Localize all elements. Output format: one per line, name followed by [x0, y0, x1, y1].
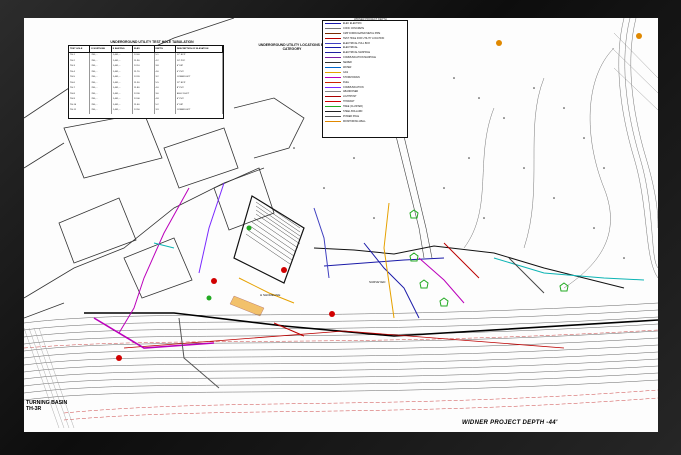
project-depth-label: WIDNER PROJECT DEPTH -44' [462, 420, 558, 426]
column-header: DESCRIPTION OF ELEVATION [176, 46, 223, 52]
legend-swatch-icon [325, 96, 341, 98]
picture-frame: WIDNER PROJECT DEPTH UNDERGROUND UTILITY… [0, 0, 681, 455]
legend-swatch-icon [325, 47, 341, 49]
column-header: TEST HOLE [69, 46, 91, 52]
legend-swatch-icon [325, 106, 341, 108]
legend-swatch-icon [325, 101, 341, 103]
legend-swatch-icon [325, 27, 341, 29]
table-body: TH-1 760,... 1,441,... 12.40 5.1 12" RCP TH-2 7… [69, 53, 223, 114]
legend-label: SEWER [343, 61, 352, 65]
test-hole-table-title: UNDERGROUND UTILITY TEST HOLE TABULATION [110, 40, 194, 44]
site-plan-drawing: WIDNER PROJECT DEPTH UNDERGROUND UTILITY… [24, 18, 658, 432]
legend-swatch-icon [325, 120, 341, 122]
legend-label: STEEL BOLLARD [343, 109, 363, 113]
building [213, 167, 275, 231]
table-cell: COMM DUCT [176, 108, 223, 114]
legend-label: CONC CONCRETE [343, 26, 365, 30]
legend-label: ELECTRICAL MANHOLE [343, 51, 371, 55]
legend-swatch-icon [325, 71, 341, 73]
legend-swatch-icon [325, 52, 341, 54]
legend-item: MONITORING WELL [323, 119, 407, 124]
legend-label: GAS [343, 70, 349, 74]
legend-swatch-icon [325, 91, 341, 93]
turning-basin-label: TURNING BASIN TH-3R [26, 400, 67, 413]
table-row: TH-11 760,... 1,441,... 12.50 3.9 COMM DUCT [69, 108, 223, 114]
legend: ELEC ELECTRIC CONC CONCRETE CMP CORRUGATED… [322, 20, 408, 138]
legend-swatch-icon [325, 32, 341, 34]
column-header: DEPTH [155, 46, 176, 52]
legend-label: HYDRANT [343, 100, 355, 104]
table-cell: 12.50 [133, 108, 155, 114]
building [58, 197, 137, 264]
legend-swatch-icon [325, 66, 341, 68]
legend-swatch-icon [325, 110, 341, 112]
table-cell: 760,... [90, 108, 112, 114]
legend-label: COMMUNICATION [343, 85, 364, 89]
legend-label: TEST HOLE FOR UTILITY LOCATION [343, 36, 385, 40]
legend-swatch-icon [325, 86, 341, 88]
legend-swatch-icon [325, 37, 341, 39]
annotation-label: SURVEYED [369, 280, 386, 284]
table-cell: 3.9 [155, 108, 176, 114]
test-hole-table: TEST HOLE E NORTHING E EASTING ELEV DEPT… [68, 45, 224, 119]
legend-label: CMP CORRUGATED METAL PIPE [343, 31, 381, 35]
building [63, 112, 163, 179]
legend-label: COMMUNICATION MANHOLE [343, 56, 377, 60]
legend-label: ABANDONED [343, 90, 359, 94]
table-cell: TH-11 [69, 108, 91, 114]
table-cell: 1,441,... [112, 108, 134, 114]
annotation-label: H SHORELINE [260, 293, 281, 297]
table-header-row: TEST HOLE E NORTHING E EASTING ELEV DEPT… [69, 46, 223, 53]
legend-label: WATER [343, 65, 352, 69]
legend-label: MONITORING WELL [343, 119, 366, 123]
legend-swatch-icon [325, 115, 341, 117]
legend-swatch-icon [325, 81, 341, 83]
legend-label: POWER POLE [343, 114, 360, 118]
locations-title: UNDERGROUND UTILITY LOCATIONS BY CATEGOR… [258, 43, 326, 52]
legend-swatch-icon [325, 62, 341, 64]
legend-label: TREE (CLUSTER) [343, 105, 363, 109]
legend-swatch-icon [325, 22, 341, 24]
basin-subtitle: TH-3R [26, 405, 42, 412]
legend-swatch-icon [325, 42, 341, 44]
legend-label: STORM DRAIN [343, 75, 360, 79]
legend-swatch-icon [325, 57, 341, 59]
legend-label: LIGHTPOST [343, 95, 357, 99]
column-header: E NORTHING [90, 46, 112, 52]
legend-items: ELEC ELECTRIC CONC CONCRETE CMP CORRUGATED… [323, 21, 407, 124]
building [163, 127, 239, 189]
legend-label: ELECTRICAL PULL BOX [343, 41, 370, 45]
legend-swatch-icon [325, 76, 341, 78]
column-header: ELEV [133, 46, 155, 52]
column-header: E EASTING [112, 46, 134, 52]
legend-label: FUEL [343, 80, 350, 84]
legend-label: ELECTRICAL [343, 46, 358, 50]
legend-label: ELEC ELECTRIC [343, 21, 362, 25]
